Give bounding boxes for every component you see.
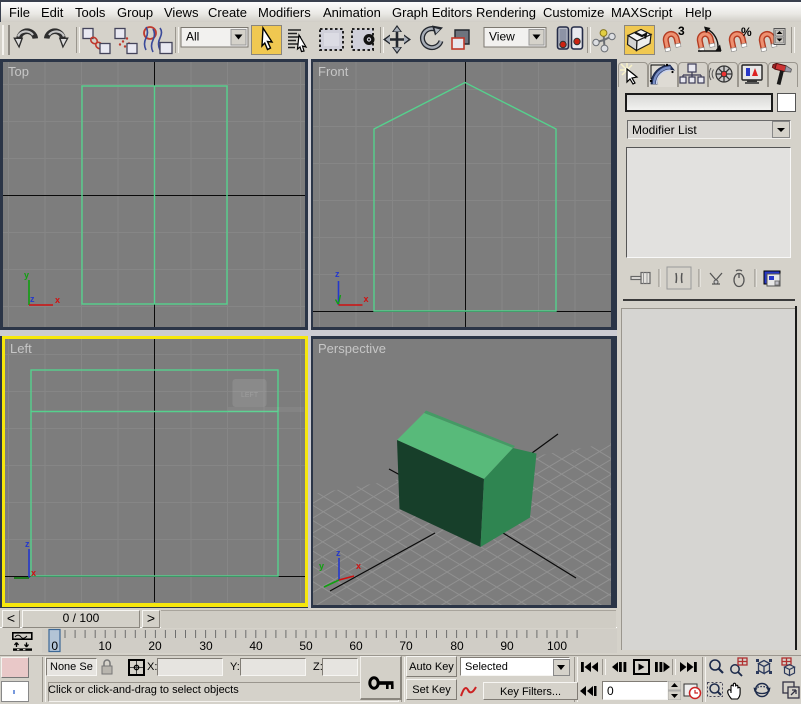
svg-text:40: 40 <box>249 639 263 653</box>
svg-text:0: 0 <box>51 639 58 653</box>
svg-text:y: y <box>319 561 324 571</box>
svg-text:50: 50 <box>299 639 313 653</box>
svg-text:100: 100 <box>547 639 567 653</box>
svg-text:x: x <box>31 568 36 578</box>
svg-text:z: z <box>335 269 340 279</box>
svg-text:x: x <box>364 294 369 304</box>
svg-text:80: 80 <box>450 639 464 653</box>
svg-text:z: z <box>25 539 30 549</box>
svg-text:LEFT: LEFT <box>241 392 259 399</box>
svg-text:All: All <box>186 30 199 44</box>
svg-text:3: 3 <box>678 24 685 38</box>
svg-text:10: 10 <box>98 639 112 653</box>
svg-text:90: 90 <box>500 639 514 653</box>
svg-text:Perspective: Perspective <box>318 341 386 356</box>
svg-text:z: z <box>30 294 35 304</box>
svg-text:y: y <box>24 270 29 280</box>
svg-text:%: % <box>741 25 752 39</box>
svg-text:30: 30 <box>199 639 213 653</box>
svg-text:View: View <box>489 30 515 44</box>
svg-text:70: 70 <box>399 639 413 653</box>
svg-text:x: x <box>356 561 361 571</box>
svg-text:Front: Front <box>318 64 349 79</box>
svg-text:60: 60 <box>349 639 363 653</box>
svg-text:20: 20 <box>148 639 162 653</box>
svg-text:z: z <box>336 548 341 558</box>
svg-text:x: x <box>55 295 60 305</box>
svg-text:Top: Top <box>8 64 29 79</box>
svg-text:Left: Left <box>10 341 32 356</box>
